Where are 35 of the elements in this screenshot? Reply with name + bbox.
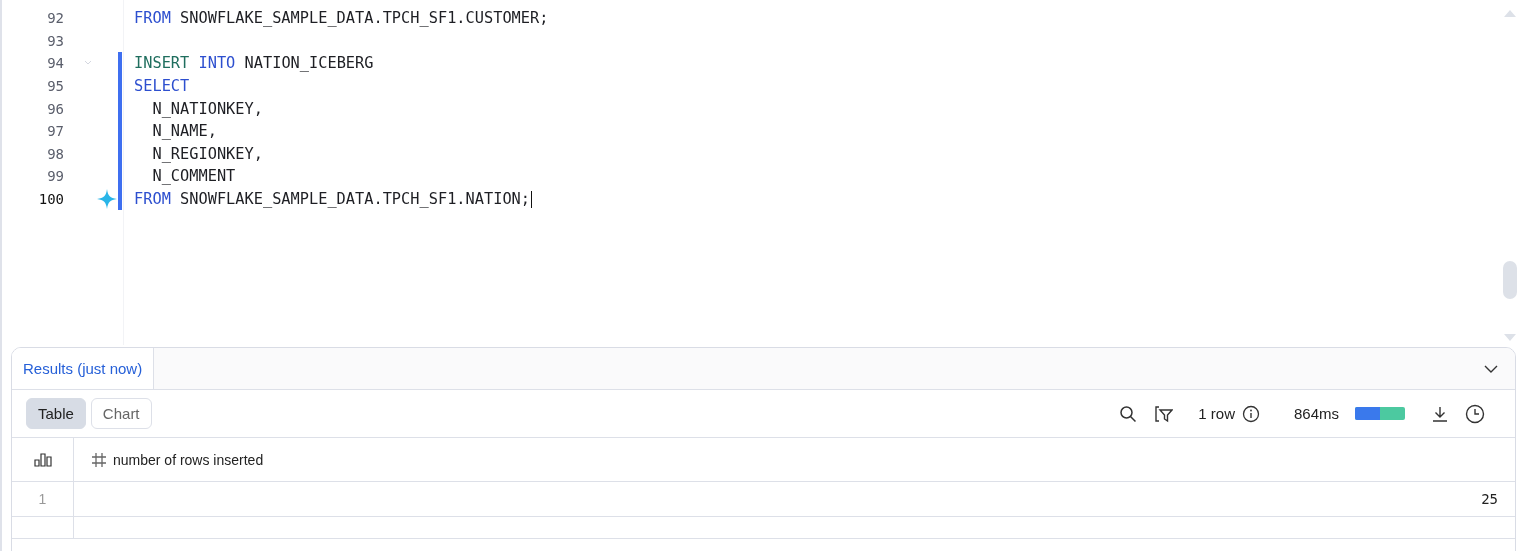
line-number: 99	[46, 168, 64, 185]
scrollbar-thumb[interactable]	[1503, 261, 1517, 299]
line-number: 95	[46, 78, 64, 95]
code-line: FROM SNOWFLAKE_SAMPLE_DATA.TPCH_SF1.CUSTOMER;	[134, 9, 549, 28]
code-line: SELECT	[134, 77, 190, 96]
code-line: N_NATIONKEY,	[151, 99, 263, 118]
code-line: N_REGIONKEY,	[151, 144, 263, 163]
view-toggle[interactable]: Table	[26, 398, 86, 429]
code-line: N_COMMENT	[151, 167, 236, 186]
line-number: 96	[46, 100, 64, 117]
download-icon[interactable]	[1431, 404, 1449, 423]
line-number: 92	[46, 10, 64, 27]
row-count: 1 row	[1198, 405, 1235, 422]
search-icon[interactable]	[1119, 404, 1138, 423]
line-number: 93	[46, 32, 64, 49]
table-cell: 25	[1481, 491, 1498, 507]
column-header[interactable]: number of rows inserted	[113, 451, 264, 468]
results-tab[interactable]: Results (just now)	[12, 348, 155, 389]
view-toggle[interactable]: Chart	[90, 398, 152, 429]
line-number: 100	[37, 191, 64, 208]
column-stats-icon[interactable]	[33, 452, 52, 467]
code-line: N_NAME,	[151, 122, 217, 141]
duration: 864ms	[1293, 405, 1339, 422]
row-number: 1	[38, 491, 47, 507]
clock-icon[interactable]	[1465, 403, 1485, 424]
code-line: INSERT INTO NATION_ICEBERG	[134, 54, 374, 73]
line-number: 94	[46, 55, 64, 72]
info-icon[interactable]	[1241, 404, 1260, 423]
hash-icon	[91, 451, 107, 468]
line-number: 98	[46, 145, 64, 162]
chevron-down-icon[interactable]	[1484, 364, 1498, 373]
code-line: FROM SNOWFLAKE_SAMPLE_DATA.TPCH_SF1.NATION;	[134, 190, 532, 209]
filter-icon[interactable]	[1155, 404, 1174, 423]
line-number: 97	[46, 123, 64, 140]
timing-bar	[1355, 407, 1405, 420]
